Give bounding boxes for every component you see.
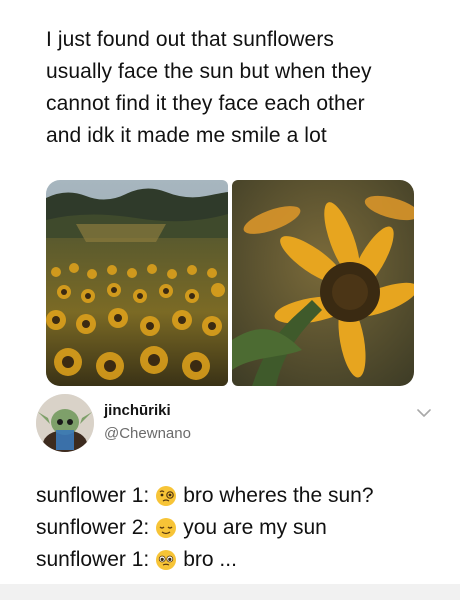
sunflower-field-photo[interactable] [46, 180, 228, 386]
chevron-down-icon[interactable] [417, 405, 431, 417]
display-name[interactable]: jinchūriki [104, 402, 171, 419]
bottom-divider [0, 584, 460, 600]
dialogue-line: sunflower 2: you are my sun [36, 512, 446, 544]
caption-line: usually face the sun but when they [46, 60, 372, 83]
avatar[interactable] [36, 394, 94, 452]
pleading-face-icon [155, 549, 177, 571]
tweet-body: sunflower 1: bro wheres the sun? sunflow… [36, 480, 446, 576]
dialogue-text: bro wheres the sun? [183, 484, 374, 507]
meme-card: I just found out that sunflowers usually… [0, 0, 460, 600]
post-caption: I just found out that sunflowers usually… [46, 24, 426, 152]
dialogue-line: sunflower 1: bro wheres the sun? [36, 480, 446, 512]
speaker-label: sunflower 2: [36, 516, 150, 539]
sunflower-closeup-photo[interactable] [232, 180, 414, 386]
user-handle[interactable]: @Chewnano [104, 425, 191, 442]
speaker-label: sunflower 1: [36, 548, 150, 571]
relieved-face-icon [155, 517, 177, 539]
caption-line: cannot find it they face each other [46, 92, 365, 115]
dialogue-line: sunflower 1: bro ... [36, 544, 446, 576]
caption-line: I just found out that sunflowers [46, 28, 335, 51]
dialogue-text: bro ... [183, 548, 237, 571]
speaker-label: sunflower 1: [36, 484, 150, 507]
caption-line: and idk it made me smile a lot [46, 124, 327, 147]
dialogue-text: you are my sun [183, 516, 327, 539]
face-with-monocle-icon [155, 485, 177, 507]
